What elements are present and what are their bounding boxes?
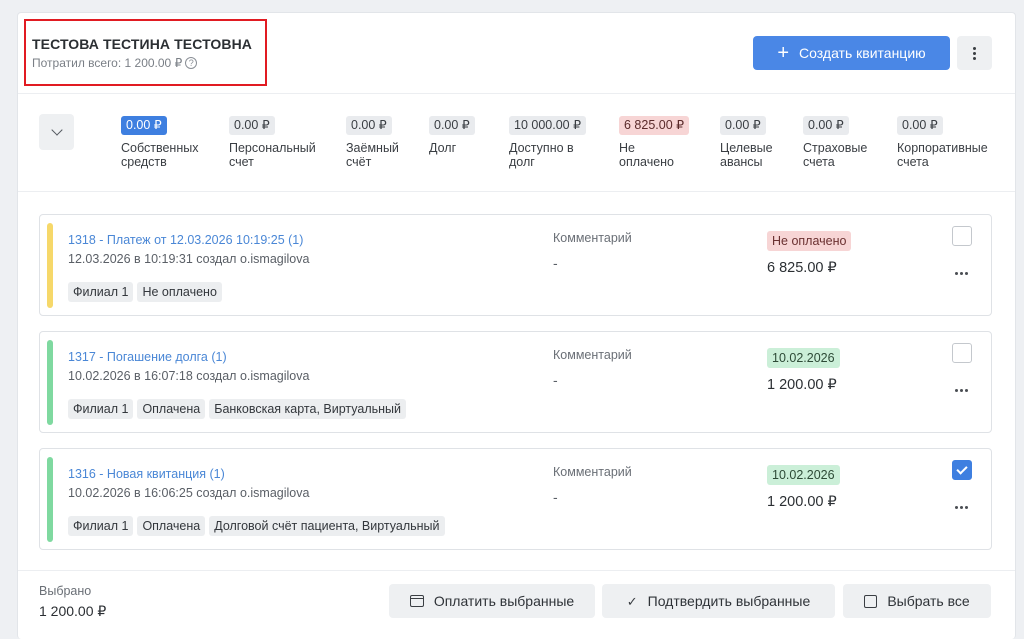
receipt-tag: Филиал 1 <box>68 399 134 419</box>
receipt-card[interactable]: 1317 - Погашение долга (1) 10.02.2026 в 1… <box>39 331 992 433</box>
receipt-amount: 1 200.00 ₽ <box>767 377 837 393</box>
balance-label: Персональный счет <box>229 141 316 169</box>
comment-label: Комментарий <box>553 348 632 362</box>
check-icon <box>956 462 968 475</box>
balance-item: 0.00 ₽ Заёмный счёт <box>346 116 411 169</box>
chevron-down-icon <box>50 124 63 136</box>
balance-amount-badge: 0.00 ₽ <box>720 116 766 135</box>
confirm-selected-button[interactable]: ✓ Подтвердить выбранные <box>602 584 835 618</box>
double-check-icon: ✓ <box>626 593 638 609</box>
receipt-status-badge: Не оплачено <box>767 231 852 251</box>
collapse-balances-button[interactable] <box>39 114 74 150</box>
create-receipt-label: Создать квитанцию <box>799 45 926 61</box>
client-highlight-box <box>24 19 267 86</box>
balance-item: 0.00 ₽ Долг <box>429 116 489 155</box>
receipt-tag: Банковская карта, Виртуальный <box>209 399 406 419</box>
comment-value: - <box>553 372 558 388</box>
balance-label: Целевые авансы <box>720 141 773 169</box>
client-header: ТЕСТОВА ТЕСТИНА ТЕСТОВНА Потратил всего:… <box>18 13 1015 94</box>
receipt-tags: Филиал 1 Оплачена Долговой счёт пациента, … <box>68 516 445 536</box>
receipt-amount: 6 825.00 ₽ <box>767 260 837 276</box>
receipt-card[interactable]: 1316 - Новая квитанция (1) 10.02.2026 в 1… <box>39 448 992 550</box>
comment-label: Комментарий <box>553 465 632 479</box>
receipt-tags: Филиал 1 Не оплачено <box>68 282 222 302</box>
client-receipts-panel: ТЕСТОВА ТЕСТИНА ТЕСТОВНА Потратил всего:… <box>17 12 1016 639</box>
balance-item: 0.00 ₽ Корпоративные счета <box>897 116 997 169</box>
receipt-checkbox[interactable] <box>952 226 972 246</box>
receipt-tag: Оплачена <box>137 399 206 419</box>
receipt-tag: Не оплачено <box>137 282 222 302</box>
balances-row: 0.00 ₽ Собственных средств 0.00 ₽ Персональ… <box>18 95 1015 192</box>
selected-label: Выбрано <box>39 584 92 598</box>
client-total-spent: Потратил всего: 1 200.00 ₽ ? <box>32 56 198 70</box>
help-icon[interactable]: ? <box>185 57 198 69</box>
receipt-tag: Долговой счёт пациента, Виртуальный <box>209 516 445 536</box>
balance-amount-badge: 0.00 ₽ <box>803 116 849 135</box>
more-vertical-icon <box>973 46 976 60</box>
receipt-title-link[interactable]: 1318 - Платеж от 12.03.2026 10:19:25 (1) <box>68 233 303 247</box>
more-horizontal-icon[interactable] <box>955 389 968 392</box>
balance-item: 10 000.00 ₽ Доступно в долг <box>509 116 599 169</box>
receipt-status-stripe <box>47 457 53 542</box>
more-horizontal-icon[interactable] <box>955 272 968 275</box>
balance-amount-badge: 0.00 ₽ <box>121 116 167 135</box>
receipt-tags: Филиал 1 Оплачена Банковская карта, Виртуа… <box>68 399 406 419</box>
receipt-tag: Оплачена <box>137 516 206 536</box>
receipt-status-badge: 10.02.2026 <box>767 465 840 485</box>
receipt-title-link[interactable]: 1316 - Новая квитанция (1) <box>68 467 225 481</box>
balance-amount-badge: 0.00 ₽ <box>346 116 392 135</box>
comment-value: - <box>553 489 558 505</box>
pay-selected-button[interactable]: Оплатить выбранные <box>389 584 595 618</box>
select-all-label: Выбрать все <box>887 593 970 609</box>
receipt-tag: Филиал 1 <box>68 282 134 302</box>
balance-label: Доступно в долг <box>509 141 574 169</box>
receipt-amount: 1 200.00 ₽ <box>767 494 837 510</box>
client-spent-text: Потратил всего: 1 200.00 ₽ <box>32 56 183 70</box>
receipt-title-link[interactable]: 1317 - Погашение долга (1) <box>68 350 227 364</box>
pay-selected-label: Оплатить выбранные <box>433 593 575 609</box>
receipt-status-stripe <box>47 223 53 308</box>
receipt-created-info: 10.02.2026 в 16:07:18 создал o.ismagilov… <box>68 369 310 383</box>
more-options-button[interactable] <box>957 36 992 70</box>
plus-icon: + <box>777 42 790 64</box>
receipt-created-info: 10.02.2026 в 16:06:25 создал o.ismagilov… <box>68 486 310 500</box>
receipt-checkbox[interactable] <box>952 343 972 363</box>
more-horizontal-icon[interactable] <box>955 506 968 509</box>
balance-label: Долг <box>429 141 457 155</box>
balance-item: 0.00 ₽ Целевые авансы <box>720 116 790 169</box>
balance-amount-badge: 6 825.00 ₽ <box>619 116 690 135</box>
balance-item: 6 825.00 ₽ Не оплачено <box>619 116 690 169</box>
footer-bar: Выбрано 1 200.00 ₽ Оплатить выбранные ✓ … <box>18 570 1015 639</box>
create-receipt-button[interactable]: + Создать квитанцию <box>753 36 950 70</box>
receipt-status-badge: 10.02.2026 <box>767 348 840 368</box>
confirm-selected-label: Подтвердить выбранные <box>647 593 811 609</box>
receipt-checkbox[interactable] <box>952 460 972 480</box>
checkbox-icon <box>864 594 878 608</box>
comment-label: Комментарий <box>553 231 632 245</box>
receipt-card[interactable]: 1318 - Платеж от 12.03.2026 10:19:25 (1)… <box>39 214 992 316</box>
receipt-tag: Филиал 1 <box>68 516 134 536</box>
selected-total: 1 200.00 ₽ <box>39 603 107 619</box>
balance-item: 0.00 ₽ Страховые счета <box>803 116 888 169</box>
balance-label: Заёмный счёт <box>346 141 399 169</box>
balance-amount-badge: 0.00 ₽ <box>897 116 943 135</box>
receipt-created-info: 12.03.2026 в 10:19:31 создал o.ismagilov… <box>68 252 310 266</box>
balance-item: 0.00 ₽ Собственных средств <box>121 116 211 169</box>
balance-amount-badge: 0.00 ₽ <box>429 116 475 135</box>
balance-item: 0.00 ₽ Персональный счет <box>229 116 324 169</box>
balance-amount-badge: 0.00 ₽ <box>229 116 275 135</box>
select-all-button[interactable]: Выбрать все <box>843 584 991 618</box>
card-icon <box>409 595 424 607</box>
balance-label: Не оплачено <box>619 141 675 169</box>
receipt-status-stripe <box>47 340 53 425</box>
balance-label: Собственных средств <box>121 141 199 169</box>
balance-amount-badge: 10 000.00 ₽ <box>509 116 587 135</box>
balance-label: Страховые счета <box>803 141 868 169</box>
client-name: ТЕСТОВА ТЕСТИНА ТЕСТОВНА <box>32 36 253 52</box>
balance-label: Корпоративные счета <box>897 141 988 169</box>
comment-value: - <box>553 255 558 271</box>
